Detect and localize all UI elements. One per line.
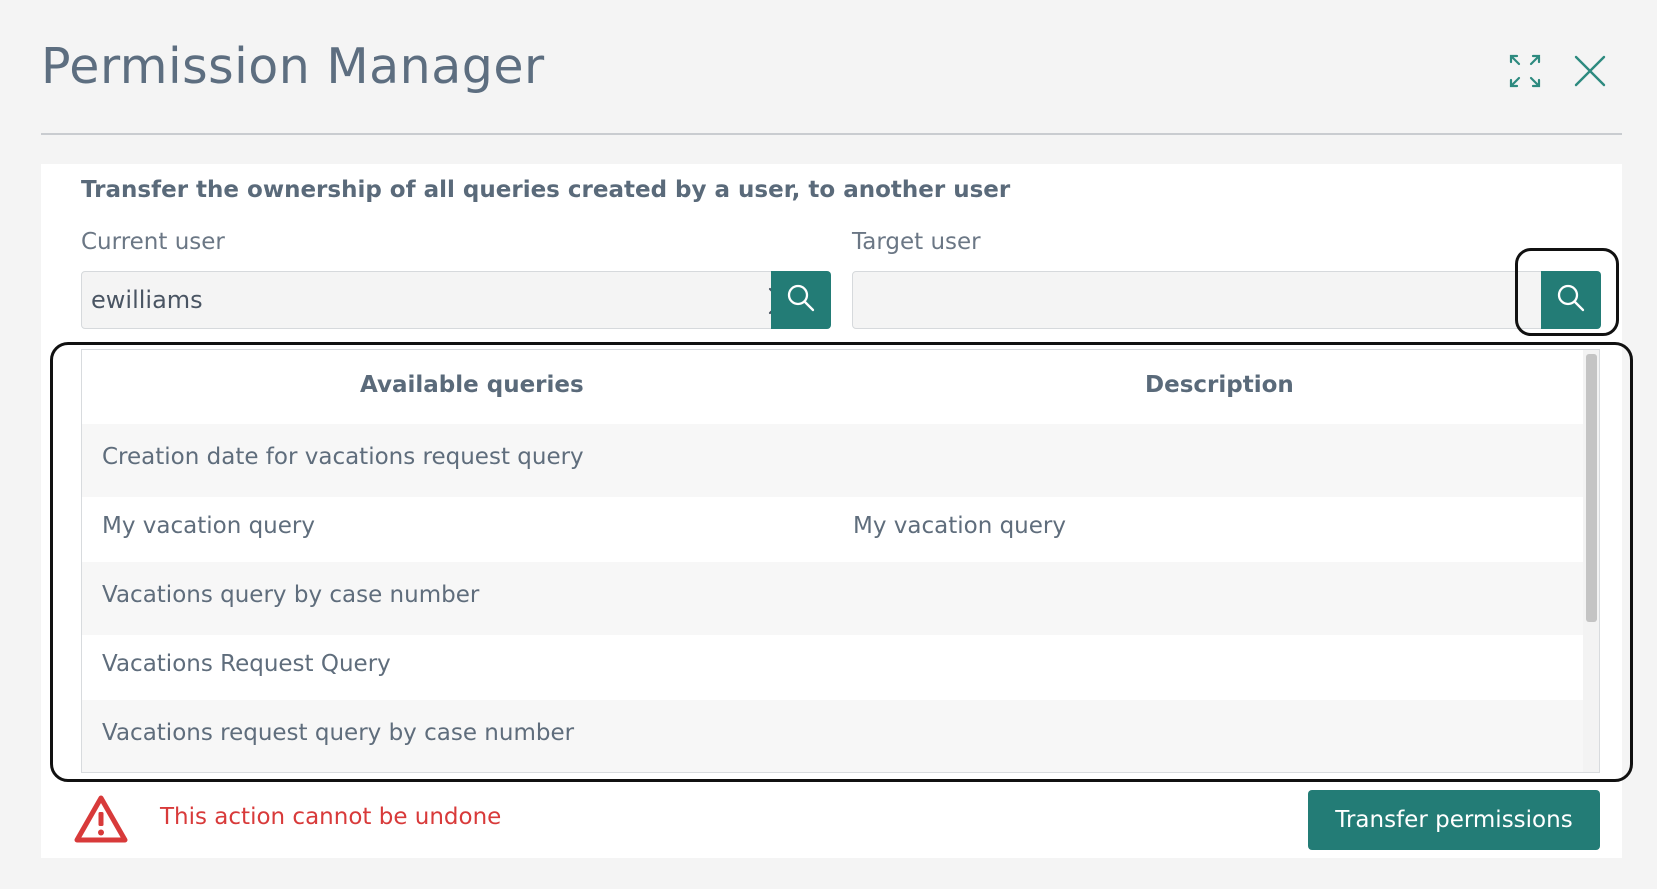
query-name: Vacations request query by case number — [102, 720, 575, 746]
current-user-field — [81, 271, 812, 329]
target-user-label: Target user — [852, 229, 981, 255]
expand-icon[interactable] — [1508, 53, 1542, 89]
column-header-description: Description — [1145, 372, 1294, 398]
current-user-search-button[interactable] — [771, 271, 831, 329]
queries-table: Available queries Description Creation d… — [81, 349, 1600, 773]
query-name: Vacations Request Query — [102, 651, 391, 677]
scrollbar-thumb[interactable] — [1586, 354, 1597, 622]
table-scrollbar[interactable] — [1583, 350, 1599, 772]
query-name: Vacations query by case number — [102, 582, 480, 608]
query-name: My vacation query — [102, 513, 315, 539]
target-user-field — [852, 271, 1562, 329]
current-user-input[interactable] — [91, 272, 731, 328]
close-icon[interactable] — [1573, 54, 1607, 88]
page-title: Permission Manager — [41, 38, 545, 95]
panel-subtitle: Transfer the ownership of all queries cr… — [81, 177, 1011, 203]
transfer-permissions-button[interactable]: Transfer permissions — [1308, 790, 1600, 850]
table-row[interactable]: My vacation query My vacation query — [82, 493, 1584, 566]
search-icon — [1556, 283, 1586, 317]
warning-text: This action cannot be undone — [160, 804, 502, 830]
table-header: Available queries Description — [82, 350, 1584, 425]
search-icon — [786, 283, 816, 317]
table-row[interactable]: Vacations Request Query — [82, 631, 1584, 704]
transfer-panel: Transfer the ownership of all queries cr… — [41, 164, 1633, 858]
current-user-label: Current user — [81, 229, 225, 255]
query-name: Creation date for vacations request quer… — [102, 444, 584, 470]
table-row[interactable]: Creation date for vacations request quer… — [82, 424, 1584, 497]
table-row[interactable]: Vacations request query by case number — [82, 700, 1584, 772]
table-row[interactable]: Vacations query by case number — [82, 562, 1584, 635]
target-user-search-button[interactable] — [1541, 271, 1601, 329]
target-user-input[interactable] — [862, 272, 1502, 328]
warning-icon — [74, 794, 128, 844]
header-divider — [41, 133, 1622, 135]
query-description: My vacation query — [853, 513, 1066, 539]
column-header-queries: Available queries — [360, 372, 584, 398]
